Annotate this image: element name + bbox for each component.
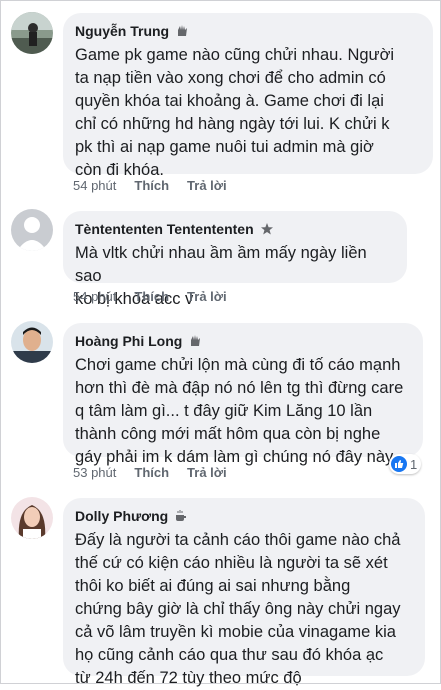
coffee-icon [176, 510, 187, 521]
comment-bubble: Tèntententen Tentententen Mà vltk chửi n… [63, 211, 407, 308]
author-name[interactable]: Dolly Phương [75, 508, 168, 524]
comment-bubble: Dolly Phương Đấy là người ta cảnh cáo th… [63, 498, 425, 687]
reaction-summary[interactable]: 1 [389, 454, 422, 474]
comment-list: Nguyễn Trung Game pk game nào cũng chửi … [0, 0, 441, 687]
rising-star-icon [260, 223, 273, 235]
timestamp[interactable]: 54 phút [73, 289, 116, 304]
comment-text: Game pk game nào cũng chửi nhau. Người t… [75, 46, 395, 179]
comment-actions: 54 phút Thích Trả lời [73, 178, 227, 193]
timestamp[interactable]: 54 phút [73, 178, 116, 193]
reply-button[interactable]: Trả lời [187, 465, 227, 480]
comment-bubble: Hoàng Phi Long Chơi game chửi lộn mà cùn… [63, 323, 423, 466]
like-button[interactable]: Thích [134, 289, 169, 304]
wave-icon [178, 25, 188, 36]
comment-actions: 53 phút Thích Trả lời [73, 465, 227, 480]
reaction-count: 1 [410, 456, 418, 472]
avatar[interactable] [11, 209, 53, 251]
avatar[interactable] [11, 321, 53, 363]
wave-icon [191, 335, 201, 346]
comment-bubble: Nguyễn Trung Game pk game nào cũng chửi … [63, 13, 433, 179]
like-button[interactable]: Thích [134, 465, 169, 480]
comment-actions: 54 phút Thích Trả lời [73, 289, 227, 304]
avatar[interactable] [11, 497, 53, 539]
author-name[interactable]: Nguyễn Trung [75, 23, 169, 39]
author-name[interactable]: Hoàng Phi Long [75, 333, 182, 349]
author-name[interactable]: Tèntententen Tentententen [75, 221, 254, 237]
comment-text: Chơi game chửi lộn mà cùng đi tố cáo mạn… [75, 356, 404, 466]
timestamp[interactable]: 53 phút [73, 465, 116, 480]
comment-text: Đấy là người ta cảnh cáo thôi game nào c… [75, 531, 401, 687]
reply-button[interactable]: Trả lời [187, 178, 227, 193]
like-reaction-icon [391, 456, 407, 472]
like-button[interactable]: Thích [134, 178, 169, 193]
avatar[interactable] [11, 12, 53, 54]
reply-button[interactable]: Trả lời [187, 289, 227, 304]
